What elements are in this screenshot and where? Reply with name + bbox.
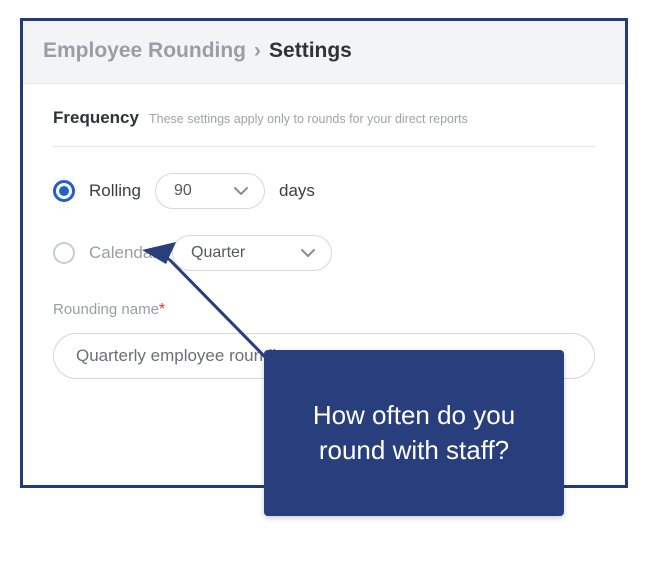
option-rolling: Rolling 90 days (53, 173, 595, 209)
frequency-subtext: These settings apply only to rounds for … (149, 112, 468, 126)
chevron-down-icon (234, 186, 248, 196)
calendar-period-select[interactable]: Quarter (172, 235, 332, 271)
breadcrumb-current: Settings (269, 39, 352, 63)
rounding-name-label: Rounding name (53, 301, 159, 318)
calendar-period-value: Quarter (191, 244, 245, 262)
required-marker: * (159, 301, 165, 318)
breadcrumb: Employee Rounding › Settings (43, 39, 605, 63)
settings-content: Frequency These settings apply only to r… (23, 84, 625, 379)
chevron-down-icon (301, 248, 315, 258)
help-callout: How often do you round with staff? (264, 350, 564, 516)
option-rolling-label: Rolling (89, 181, 141, 201)
option-calendar: Calendar Quarter (53, 235, 595, 271)
radio-calendar[interactable] (53, 242, 75, 264)
rolling-days-select[interactable]: 90 (155, 173, 265, 209)
help-callout-text: How often do you round with staff? (292, 398, 536, 468)
frequency-header: Frequency These settings apply only to r… (53, 108, 595, 147)
rolling-days-suffix: days (279, 181, 315, 201)
breadcrumb-bar: Employee Rounding › Settings (23, 21, 625, 84)
chevron-right-icon: › (254, 39, 261, 63)
rolling-days-value: 90 (174, 182, 192, 200)
breadcrumb-parent[interactable]: Employee Rounding (43, 39, 246, 63)
radio-rolling[interactable] (53, 180, 75, 202)
frequency-title: Frequency (53, 108, 139, 128)
option-calendar-label: Calendar (89, 243, 158, 263)
rounding-name-label-row: Rounding name* (53, 301, 595, 319)
